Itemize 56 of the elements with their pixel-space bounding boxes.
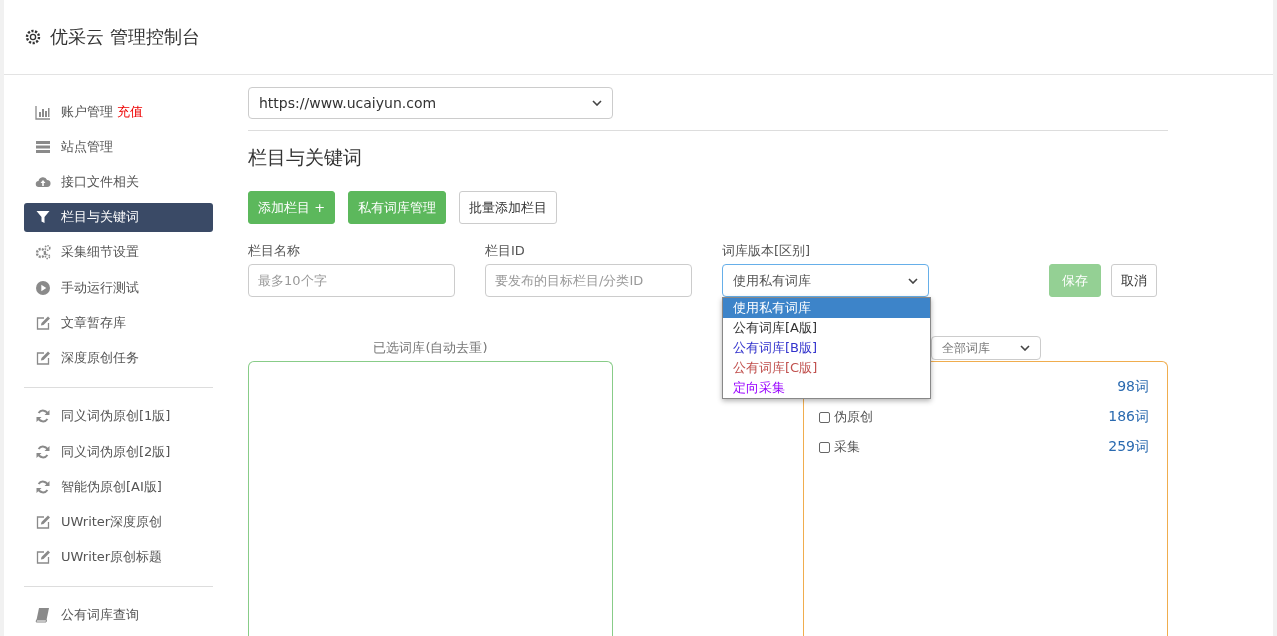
word-count[interactable]: 98词 [1117, 378, 1149, 396]
sidebar-item[interactable]: 账户管理 充值 [24, 97, 213, 127]
panel-title: 已选词库(自动去重) [373, 339, 488, 357]
play-icon [35, 279, 51, 296]
sidebar-item[interactable]: 智能伪原创[AI版] [24, 472, 213, 502]
caret-icon [592, 100, 602, 106]
caret-icon [1019, 345, 1030, 351]
sidebar-item[interactable]: 文章暂存库 [24, 308, 213, 338]
checkbox[interactable] [819, 411, 830, 423]
word-count[interactable]: 259词 [1108, 438, 1149, 456]
sidebar-item[interactable]: UWriter原创标题 [24, 542, 213, 572]
gears-icon [35, 244, 51, 261]
site-select[interactable]: https://www.ucaiyun.com [248, 87, 613, 119]
library-label: 伪原创 [834, 408, 873, 426]
dropdown-option[interactable]: 公有词库[B版] [723, 338, 930, 358]
cancel-button[interactable]: 取消 [1111, 264, 1157, 297]
refresh-icon [35, 443, 51, 460]
library-filter-select[interactable]: 全部词库 [930, 336, 1041, 360]
header-title: 优采云 管理控制台 [50, 25, 200, 49]
section-title: 栏目与关键词 [248, 145, 363, 170]
sidebar-item[interactable]: 深度原创任务 [24, 343, 213, 373]
word-count[interactable]: 186词 [1108, 408, 1149, 426]
edit-icon [35, 549, 51, 566]
bar-chart-icon [35, 103, 51, 120]
sidebar-item[interactable]: 接口文件相关 [24, 167, 213, 197]
field-label: 栏目名称 [248, 242, 301, 260]
checkbox[interactable] [819, 441, 830, 453]
sidebar-item[interactable]: 站点管理 [24, 132, 213, 162]
sidebar-item[interactable]: 公有词库查询 [24, 600, 213, 630]
sidebar-item[interactable]: 栏目与关键词 [24, 202, 213, 232]
caret-icon [908, 277, 918, 284]
settings-icon [24, 28, 42, 46]
filter-icon [35, 209, 51, 226]
dropdown-option[interactable]: 使用私有词库 [723, 298, 930, 318]
refresh-icon [35, 478, 51, 495]
input-field[interactable]: 最多10个字 [248, 264, 455, 297]
dropdown-option[interactable]: 公有词库[C版] [723, 358, 930, 378]
refresh-icon [35, 408, 51, 425]
sidebar-item[interactable]: 同义词伪原创[1版] [24, 401, 213, 431]
field-label: 词库版本[区别] [722, 242, 812, 260]
server-icon [35, 138, 51, 155]
library-select[interactable]: 使用私有词库 [722, 264, 929, 297]
toolbar-button[interactable]: 批量添加栏目 [459, 191, 558, 224]
field-label: 栏目ID [485, 242, 526, 260]
edit-icon [35, 514, 51, 530]
edit-icon [35, 350, 51, 367]
sidebar-item[interactable]: 同义词伪原创[2版] [24, 436, 213, 467]
library-label: 采集 [834, 438, 860, 456]
dropdown-option[interactable]: 公有词库[A版] [723, 318, 930, 338]
dropdown-option[interactable]: 定向采集 [723, 378, 930, 398]
sidebar-item[interactable]: UWriter深度原创 [24, 507, 213, 537]
sidebar-item[interactable]: 采集细节设置 [24, 237, 213, 268]
edit-icon [35, 314, 51, 331]
book-icon [35, 607, 51, 624]
input-field[interactable]: 要发布的目标栏目/分类ID [485, 264, 692, 297]
sidebar-item[interactable]: 手动运行测试 [24, 273, 213, 303]
